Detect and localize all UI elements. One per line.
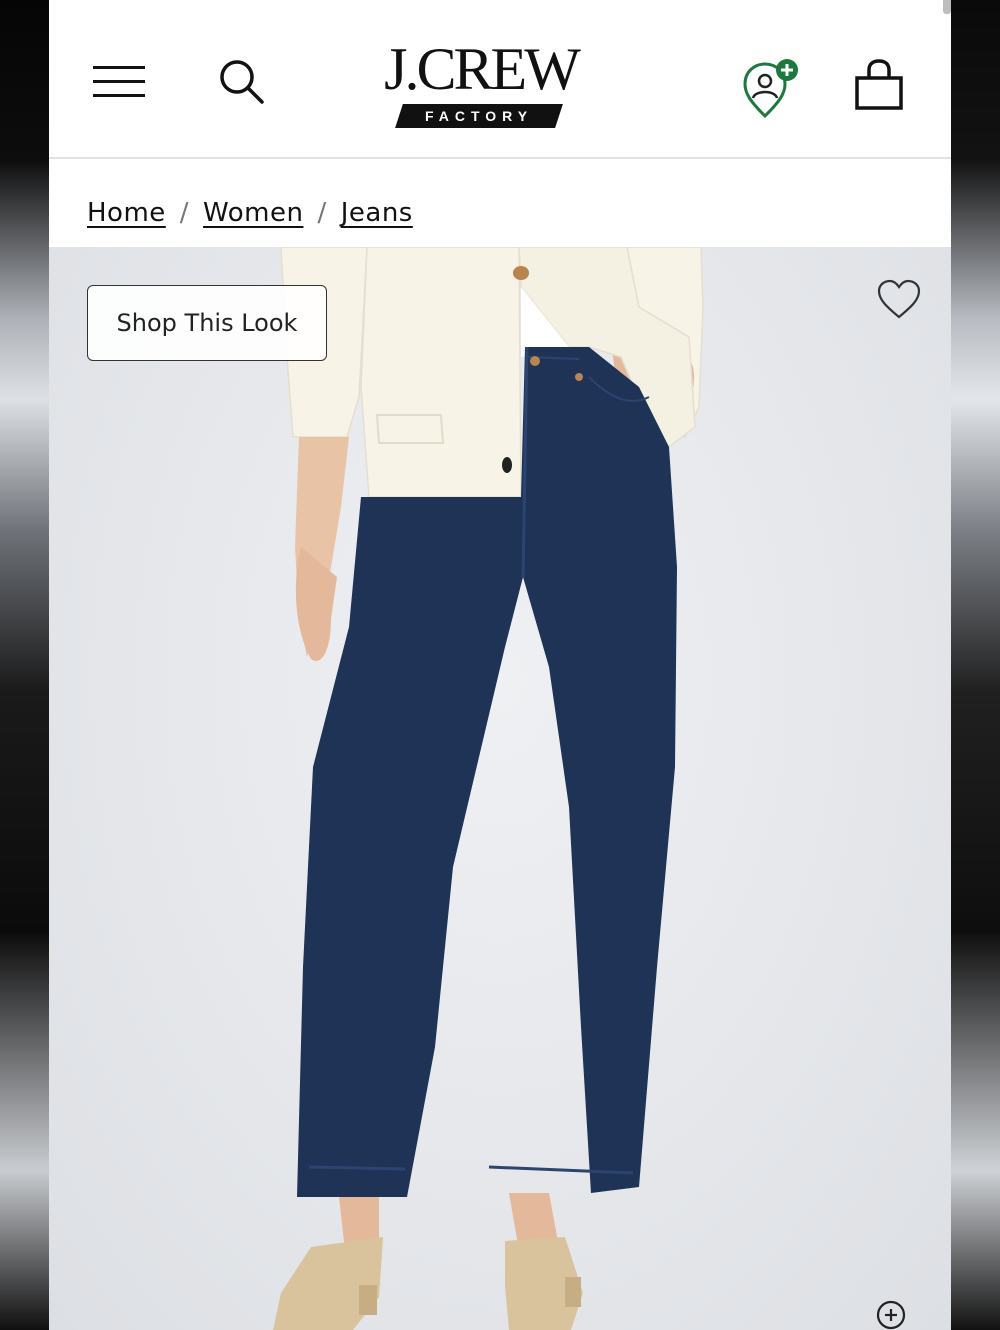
site-header: J.CREW FACTORY xyxy=(49,0,951,159)
breadcrumb-separator: / xyxy=(317,198,327,228)
left-backdrop xyxy=(0,0,49,1330)
shop-this-look-button[interactable]: Shop This Look xyxy=(87,285,327,361)
logo-sub-text: FACTORY xyxy=(424,108,534,124)
scrollbar-thumb[interactable] xyxy=(943,0,951,14)
shopping-bag-icon[interactable] xyxy=(853,58,905,112)
logo-brand-text: J.CREW xyxy=(384,36,581,102)
breadcrumb-jeans[interactable]: Jeans xyxy=(341,198,413,228)
breadcrumb-home[interactable]: Home xyxy=(87,198,166,228)
product-image[interactable]: Shop This Look xyxy=(49,247,951,1330)
breadcrumb: Home / Women / Jeans xyxy=(87,193,413,233)
product-page: J.CREW FACTORY Home / Women / Jeans Shop… xyxy=(49,0,951,1330)
zoom-in-icon[interactable] xyxy=(875,1299,909,1330)
model-photo xyxy=(273,247,704,1330)
right-backdrop xyxy=(951,0,1000,1330)
breadcrumb-separator: / xyxy=(179,198,190,228)
breadcrumb-women[interactable]: Women xyxy=(203,198,303,228)
heart-icon[interactable] xyxy=(875,277,923,321)
rewards-badge-icon[interactable] xyxy=(739,56,803,120)
brand-logo[interactable]: J.CREW FACTORY xyxy=(365,36,597,132)
search-icon[interactable] xyxy=(217,57,267,107)
hamburger-menu-icon[interactable] xyxy=(93,62,147,100)
